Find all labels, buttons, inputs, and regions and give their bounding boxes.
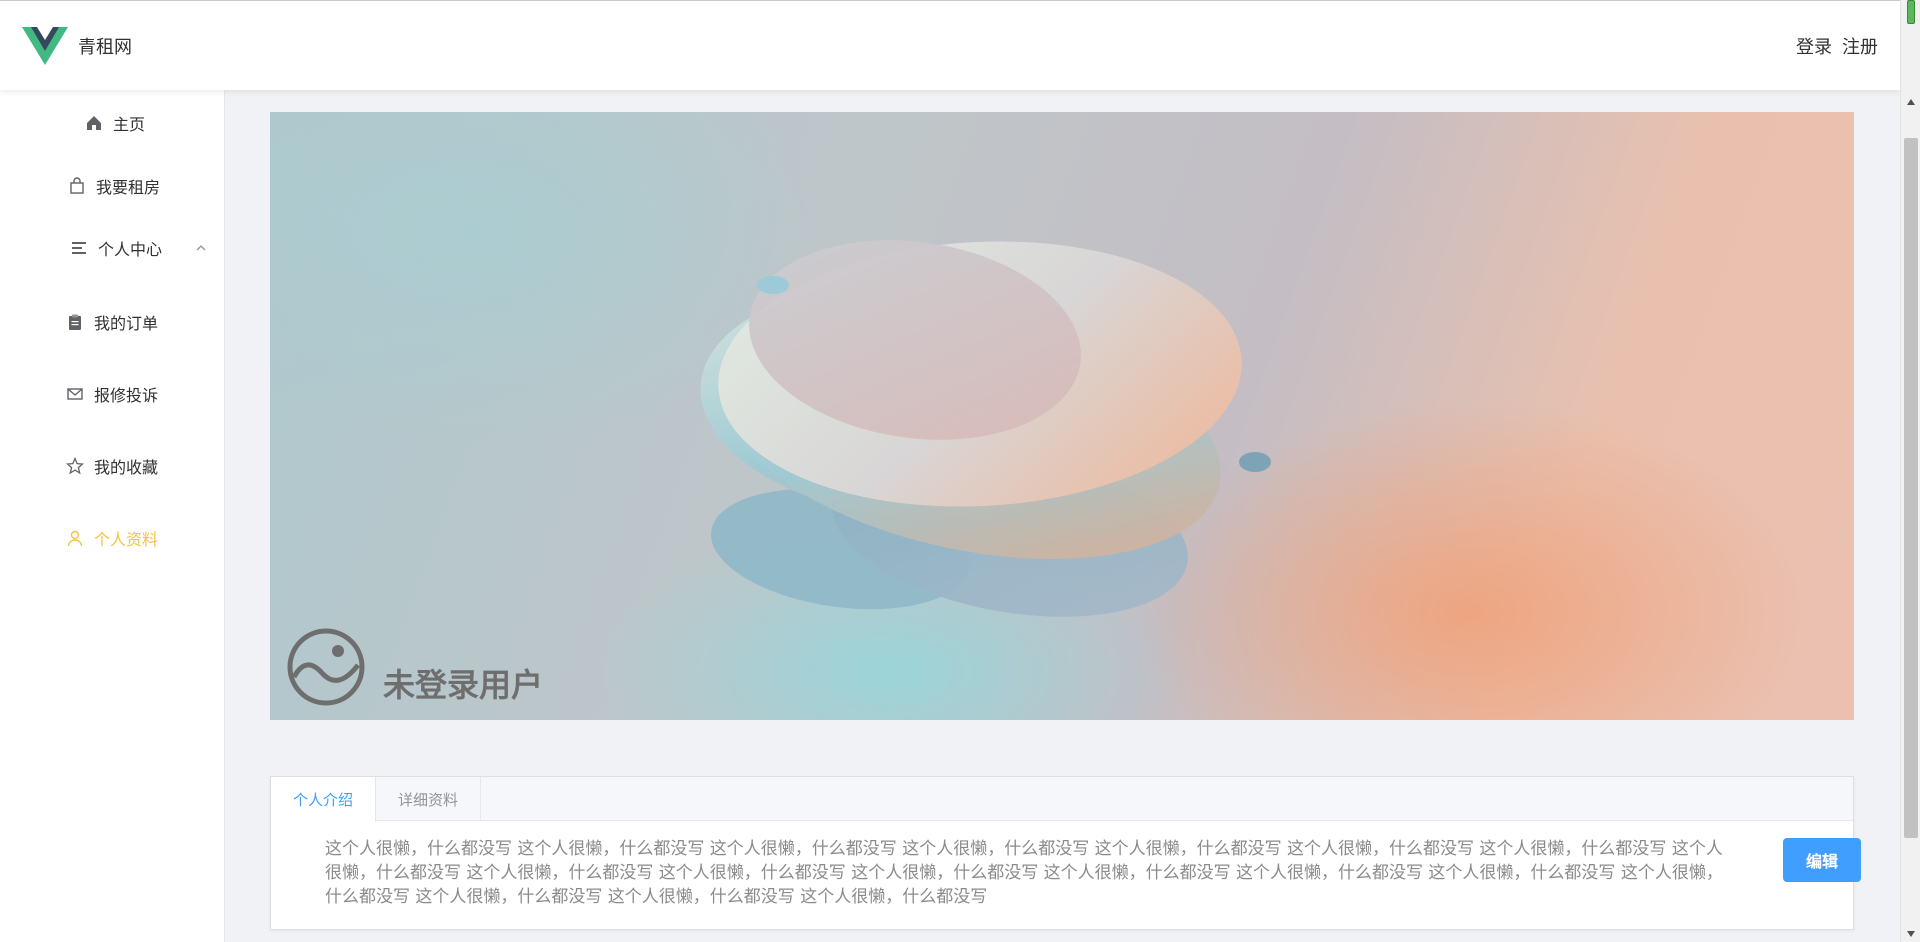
tab-intro[interactable]: 个人介绍	[271, 777, 377, 822]
battery-icon	[1907, 0, 1915, 24]
sidebar-item-label: 报修投诉	[94, 386, 159, 405]
avatar-placeholder-icon	[287, 628, 365, 706]
chevron-up-icon	[196, 245, 206, 251]
sidebar-item-label: 我的收藏	[94, 458, 159, 477]
abstract-discs-illustration	[700, 240, 1271, 617]
sidebar-item-profile[interactable]: 个人资料	[0, 523, 225, 553]
login-link[interactable]: 登录	[1796, 33, 1832, 59]
username: 未登录用户	[383, 666, 544, 704]
sidebar-item-label: 主页	[113, 115, 146, 134]
star-icon	[66, 457, 84, 475]
vertical-scrollbar[interactable]	[1900, 0, 1920, 942]
vue-logo-icon	[22, 26, 68, 65]
user-icon	[67, 530, 83, 547]
scroll-up-arrow-icon[interactable]	[1906, 98, 1916, 106]
sidebar-item-favorites[interactable]: 我的收藏	[0, 451, 225, 481]
sidebar: 主页 我要租房 个人中心 我的订单 报修投诉 我的收藏 个人资料	[0, 90, 225, 942]
sidebar-item-label: 我要租房	[96, 178, 161, 197]
profile-tabs: 个人介绍 详细资料	[271, 777, 1853, 822]
home-icon	[87, 116, 101, 130]
main-content: 未登录用户 个人介绍 详细资料 这个人很懒，什么都没写 这个人很懒，什么都没写 …	[226, 90, 1900, 942]
brand[interactable]: 青租网	[22, 25, 132, 67]
register-link[interactable]: 注册	[1842, 33, 1878, 59]
bag-icon	[70, 177, 84, 194]
tab-details[interactable]: 详细资料	[376, 777, 482, 821]
sidebar-item-repair[interactable]: 报修投诉	[0, 379, 225, 409]
scroll-down-arrow-icon[interactable]	[1906, 930, 1916, 938]
sidebar-item-label: 我的订单	[94, 314, 159, 333]
auth-links: 登录 注册	[1796, 33, 1878, 59]
profile-card: 个人介绍 详细资料 这个人很懒，什么都没写 这个人很懒，什么都没写 这个人很懒，…	[270, 776, 1861, 930]
sidebar-item-label: 个人资料	[94, 530, 159, 549]
top-header: 青租网 登录 注册	[0, 0, 1900, 90]
sidebar-item-home[interactable]: 主页	[0, 108, 225, 138]
sidebar-item-label: 个人中心	[98, 240, 163, 259]
site-name: 青租网	[78, 36, 132, 58]
clipboard-icon	[69, 314, 81, 330]
profile-banner: 未登录用户	[270, 112, 1854, 720]
edit-button[interactable]: 编辑	[1783, 838, 1861, 882]
sidebar-item-orders[interactable]: 我的订单	[0, 307, 225, 337]
menu-icon	[72, 242, 86, 254]
sidebar-item-personal-center[interactable]: 个人中心	[0, 233, 225, 263]
intro-text: 这个人很懒，什么都没写 这个人很懒，什么都没写 这个人很懒，什么都没写 这个人很…	[325, 839, 1723, 907]
sidebar-item-rent[interactable]: 我要租房	[0, 171, 225, 201]
scrollbar-thumb[interactable]	[1904, 138, 1918, 838]
mail-icon	[67, 388, 83, 400]
